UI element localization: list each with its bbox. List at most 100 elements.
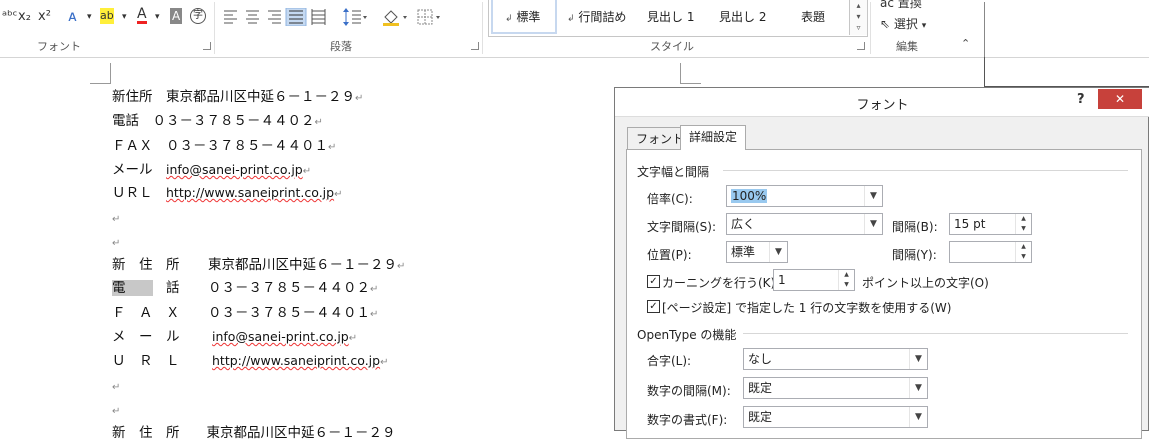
help-button[interactable]: ? (1077, 92, 1085, 107)
chevron-down-icon[interactable]: ▾ (87, 9, 92, 25)
by2-label: 間隔(Y): (892, 248, 937, 262)
select-button[interactable]: ⇖ 選択 ▾ (880, 16, 926, 34)
spin-arrows-icon[interactable]: ▲ ▼ (1015, 214, 1031, 234)
highlight-icon[interactable]: ab (100, 8, 114, 24)
line-spacing-icon[interactable] (342, 7, 368, 27)
window-edge (984, 2, 985, 59)
collapse-ribbon-icon[interactable]: ⌃ (961, 37, 970, 50)
doc-line[interactable]: 新住所 東京都品川区中延６－１－２９↵ (112, 88, 363, 108)
margin-mark (680, 63, 701, 84)
margin-mark (90, 63, 111, 84)
empty-paragraph[interactable]: ↵ (112, 209, 120, 229)
doc-line[interactable]: 電話 ０３－３７８５－４４０２↵ (112, 112, 323, 132)
spacing-combo[interactable]: 広く ▼ (726, 213, 883, 235)
char-shading-icon[interactable]: A (170, 8, 183, 24)
doc-line[interactable]: Ｆ Ａ Ｘ ０３－３７８５－４４０１↵ (112, 304, 378, 324)
styles-gallery: ↲ 標準 ↲ 行間詰め 見出し 1 見出し 2 表題 ▴ ▾ ▿ (488, 0, 868, 37)
align-right-icon[interactable] (268, 10, 281, 24)
tab-advanced[interactable]: 詳細設定 (680, 125, 747, 150)
align-center-icon[interactable] (246, 10, 259, 24)
ligatures-combo[interactable]: なし ▼ (743, 348, 928, 370)
kerning-value[interactable]: 1 (778, 273, 786, 287)
num-forms-value: 既定 (748, 410, 773, 424)
shading-icon[interactable] (381, 7, 411, 27)
spin-arrows-icon[interactable]: ▲ ▼ (1015, 242, 1031, 262)
subscript-button[interactable]: x₂ (18, 9, 31, 25)
ribbon: ᵃᵇᶜ x₂ x² ᴀ ▾ ab ▾ A ▾ A 字 フォント 段落 ↲ 標準 … (0, 0, 1149, 59)
spin-arrows-icon[interactable]: ▲ ▼ (838, 270, 854, 290)
chevron-down-icon[interactable]: ▾ (122, 9, 127, 25)
empty-paragraph[interactable]: ↵ (112, 233, 120, 253)
font-color-icon[interactable]: A (137, 7, 147, 24)
doc-line[interactable]: メール info@sanei-print.co.jp↵ (112, 161, 311, 181)
grid-checkbox[interactable]: ✓ (647, 300, 660, 313)
group-separator (214, 2, 215, 54)
align-left-icon[interactable] (224, 10, 237, 24)
group-font-label: フォント (37, 40, 81, 53)
chevron-down-icon[interactable]: ▼ (769, 242, 787, 262)
superscript-button[interactable]: x² (38, 9, 51, 25)
group-style-label: スタイル (650, 40, 694, 53)
num-spacing-combo[interactable]: 既定 ▼ (743, 377, 928, 399)
style-heading1[interactable]: 見出し 1 (647, 8, 694, 25)
strikethrough-button[interactable]: ᵃᵇᶜ (2, 9, 17, 25)
chevron-down-icon[interactable]: ▼ (909, 378, 927, 398)
num-spacing-label: 数字の間隔(M): (647, 384, 731, 398)
doc-line[interactable]: ＵＲＬ http://www.saneiprint.co.jp↵ (112, 184, 342, 204)
doc-line[interactable]: 電 話 ０３－３７８５－４４０２↵ (112, 279, 378, 299)
by-spinner[interactable]: 15 pt ▲ ▼ (949, 213, 1032, 235)
empty-paragraph[interactable]: ↵ (112, 377, 120, 397)
chevron-down-icon[interactable]: ▼ (909, 407, 927, 427)
scale-label: 倍率(C): (647, 192, 693, 206)
chevron-down-icon[interactable]: ▼ (864, 186, 882, 206)
spacing-value: 広く (731, 217, 756, 231)
styles-scroll[interactable]: ▴ ▾ ▿ (849, 0, 867, 35)
group-separator (870, 2, 871, 54)
font-dialog-launcher-icon[interactable] (203, 42, 211, 50)
enclosed-char-icon[interactable]: 字 (190, 8, 206, 24)
ligatures-label: 合字(L): (647, 354, 692, 368)
style-no-spacing[interactable]: ↲ 行間詰め (567, 8, 626, 25)
style-title[interactable]: 表題 (801, 8, 825, 25)
scale-value[interactable]: 100% (731, 189, 768, 203)
doc-line[interactable]: ＦＡＸ ０３－３７８５－４４０１↵ (112, 137, 336, 157)
section-rule (723, 170, 1128, 171)
chevron-down-icon[interactable]: ▼ (909, 349, 927, 369)
grid-label: [ページ設定] で指定した 1 行の文字数を使用する(W) (662, 301, 952, 315)
doc-line[interactable]: Ｕ Ｒ Ｌhttp://www.saneiprint.co.jp↵ (112, 352, 388, 372)
replace-button[interactable]: ac 置換 (880, 0, 922, 11)
cursor-icon: ⇖ (880, 17, 891, 31)
doc-line[interactable]: 新 住 所 東京都品川区中延６－１－２９ (112, 424, 396, 442)
by2-spinner[interactable]: ▲ ▼ (949, 241, 1032, 263)
font-dialog: フォント ? ✕ フォント 詳細設定 文字幅と間隔 倍率(C): 100% ▼ … (614, 87, 1149, 439)
chevron-down-icon: ▾ (921, 21, 927, 31)
num-spacing-value: 既定 (748, 381, 773, 395)
num-forms-label: 数字の書式(F): (647, 413, 728, 427)
paragraph-dialog-launcher-icon[interactable] (471, 42, 479, 50)
empty-paragraph[interactable]: ↵ (112, 401, 120, 421)
borders-icon[interactable] (416, 7, 446, 27)
chevron-down-icon[interactable]: ▾ (155, 9, 160, 25)
section-rule (743, 333, 1128, 334)
doc-line[interactable]: メ ー ル info@sanei-print.co.jp↵ (112, 328, 357, 348)
style-dialog-launcher-icon[interactable] (857, 42, 865, 50)
by-value[interactable]: 15 pt (954, 217, 985, 231)
dialog-titlebar[interactable]: フォント ? ✕ (615, 88, 1149, 117)
close-button[interactable]: ✕ (1098, 89, 1142, 109)
styles-more-icon[interactable]: ▴ ▾ ▿ (850, 0, 867, 33)
num-forms-combo[interactable]: 既定 ▼ (743, 406, 928, 428)
group-separator (482, 2, 483, 54)
background-window-edge (984, 57, 985, 86)
chevron-down-icon[interactable]: ▼ (864, 214, 882, 234)
kerning-spinner[interactable]: 1 ▲ ▼ (773, 269, 855, 291)
scale-combo[interactable]: 100% ▼ (726, 185, 883, 207)
distributed-icon[interactable] (311, 9, 326, 25)
doc-line[interactable]: 新 住 所東京都品川区中延６－１－２９↵ (112, 256, 405, 276)
kerning-label: カーニングを行う(K): (662, 276, 780, 290)
position-label: 位置(P): (647, 248, 692, 262)
style-heading2[interactable]: 見出し 2 (719, 8, 766, 25)
style-normal[interactable]: ↲ 標準 (505, 8, 540, 25)
text-effects-icon[interactable]: ᴀ (68, 8, 77, 24)
kerning-checkbox[interactable]: ✓ (647, 275, 660, 288)
position-combo[interactable]: 標準 ▼ (726, 241, 788, 263)
